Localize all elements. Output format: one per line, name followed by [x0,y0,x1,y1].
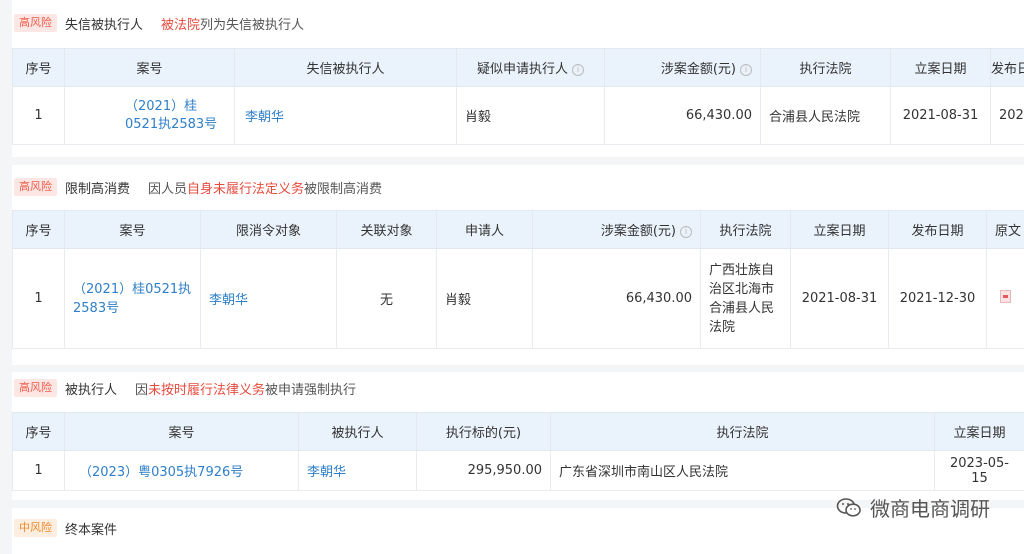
section-dishonest-header: 高风险 失信被执行人 被法院列为失信被执行人 [14,12,304,34]
col-header: 发布日期 [888,210,987,249]
watermark: 微商电商调研 [836,493,990,522]
row-index: 1 [12,86,65,145]
col-header: 执行法院 [760,48,891,87]
watermark-text: 微商电商调研 [870,497,990,521]
col-header: 案号 [64,210,201,249]
info-icon[interactable]: i [680,225,692,238]
col-header: 执行法院 [700,210,791,249]
dishonest-table: 序号 案号 失信被执行人 疑似申请执行人 i 涉案金额(元) i 执行法院 立案日期… [12,48,1024,145]
amount: 66,430.00 [604,86,761,145]
col-header: 执行法院 [550,412,935,451]
section-description: 被法院列为失信被执行人 [161,14,304,33]
court: 广东省深圳市南山区人民法院 [550,450,935,491]
col-header: 序号 [12,210,65,249]
risk-badge: 中风险 [14,519,57,537]
col-header: 执行标的(元) [416,412,551,451]
col-header: 发布日期 [990,48,1024,87]
col-header: 申请人 [436,210,533,249]
filed-date: 2023-05-15 [934,450,1024,491]
published-date: 2021-12-30 [990,86,1024,145]
col-header: 案号 [64,48,235,87]
filed-date: 2021-08-31 [890,86,991,145]
col-header: 立案日期 [890,48,991,87]
table-header-row: 序号 案号 被执行人 执行标的(元) 执行法院 立案日期 [12,412,1024,451]
restriction-table: 序号 案号 限消令对象 关联对象 申请人 涉案金额(元) i 执行法院 立案日期 … [12,210,1024,349]
filed-date: 2021-08-31 [790,248,889,349]
col-header: 序号 [12,48,65,87]
col-header: 涉案金额(元) i [604,48,761,87]
section-title[interactable]: 被执行人 [65,379,117,398]
table-header-row: 序号 案号 失信被执行人 疑似申请执行人 i 涉案金额(元) i 执行法院 立案日期… [12,48,1024,87]
section-title[interactable]: 失信被执行人 [65,14,143,33]
case-number-link[interactable]: （2023）粤0305执7926号 [64,450,299,491]
section-title[interactable]: 限制高消费 [65,178,130,197]
col-header: 序号 [12,412,65,451]
col-header: 被执行人 [298,412,417,451]
table-row: 1 （2021）桂0521执2583号 李朝华 无 肖毅 66,430.00 广… [12,248,1024,349]
row-index: 1 [12,450,65,491]
risk-badge: 高风险 [14,178,57,196]
section-terminated-header: 中风险 终本案件 [14,517,135,539]
col-header: 立案日期 [790,210,889,249]
section-description: 因未按时履行法律义务被申请强制执行 [135,382,357,398]
related-party: 无 [336,248,437,349]
col-header: 限消令对象 [200,210,337,249]
col-header: 案号 [64,412,299,451]
col-header: 失信被执行人 [234,48,457,87]
pdf-icon[interactable] [1000,290,1011,303]
col-header: 原文 [986,210,1024,249]
amount: 66,430.00 [532,248,701,349]
col-header: 涉案金额(元) i [532,210,701,249]
table-row: 1 （2021）桂0521执2583号 李朝华 肖毅 66,430.00 合浦县… [12,86,1024,145]
section-restriction-header: 高风险 限制高消费 因人员自身未履行法定义务被限制高消费 [14,176,382,198]
court: 广西壮族自治区北海市合浦县人民法院 [700,248,791,349]
section-executed-header: 高风险 被执行人 因未按时履行法律义务被申请强制执行 [14,377,356,399]
amount: 295,950.00 [416,450,551,491]
court: 合浦县人民法院 [760,86,891,145]
section-description: 因人员自身未履行法定义务被限制高消费 [148,181,383,197]
case-number-link[interactable]: （2021）桂0521执2583号 [64,86,235,145]
row-index: 1 [12,248,65,349]
col-header: 立案日期 [934,412,1024,451]
col-header: 关联对象 [336,210,437,249]
desc-highlight: 自身未履行法定义务 [187,181,305,197]
info-icon[interactable]: i [740,63,752,76]
desc-text: 列为失信被执行人 [200,17,305,33]
table-header-row: 序号 案号 限消令对象 关联对象 申请人 涉案金额(元) i 执行法院 立案日期 … [12,210,1024,249]
risk-badge: 高风险 [14,379,57,397]
risk-badge: 高风险 [14,14,57,32]
info-icon[interactable]: i [572,63,584,76]
applicant: 肖毅 [456,86,605,145]
col-header: 疑似申请执行人 i [456,48,605,87]
published-date: 2021-12-30 [888,248,987,349]
table-row: 1 （2023）粤0305执7926号 李朝华 295,950.00 广东省深圳… [12,450,1024,491]
desc-highlight: 未按时履行法律义务 [148,382,266,398]
desc-highlight: 被法院 [161,17,201,33]
applicant: 肖毅 [436,248,533,349]
executed-table: 序号 案号 被执行人 执行标的(元) 执行法院 立案日期 1 （2023）粤03… [12,412,1024,491]
person-link[interactable]: 李朝华 [234,86,457,145]
section-title[interactable]: 终本案件 [65,519,117,538]
target-link[interactable]: 李朝华 [200,248,337,349]
case-number-link[interactable]: （2021）桂0521执2583号 [64,248,201,349]
person-link[interactable]: 李朝华 [298,450,417,491]
wechat-icon [836,497,861,517]
document-cell [986,248,1024,349]
